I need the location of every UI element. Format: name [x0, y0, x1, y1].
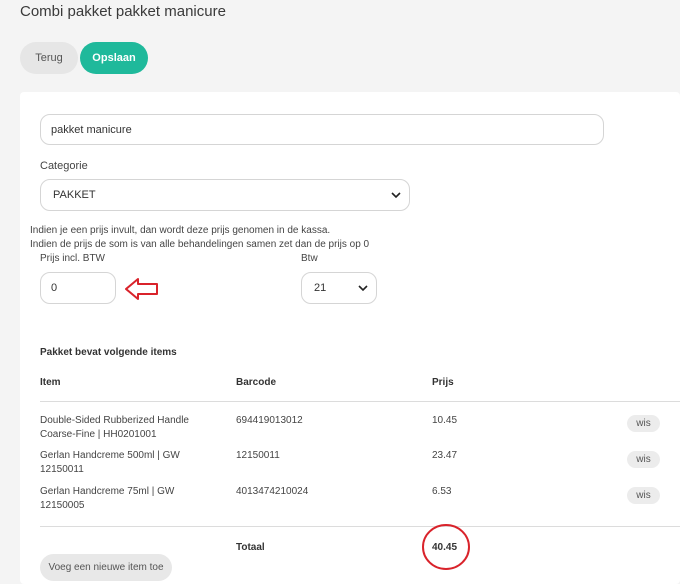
category-select[interactable]: PAKKET: [40, 179, 410, 211]
column-header-barcode: Barcode: [236, 377, 277, 388]
delete-item-button[interactable]: wis: [627, 451, 660, 468]
table-row-item-name: Double-Sided Rubberized Handle Coarse-Fi…: [40, 415, 189, 440]
add-item-button[interactable]: Voeg een nieuwe item toe: [40, 554, 172, 581]
column-header-price: Prijs: [432, 377, 454, 388]
save-button[interactable]: Opslaan: [80, 42, 148, 74]
btw-label: Btw: [301, 253, 318, 264]
chevron-down-icon: [391, 192, 401, 199]
table-row-price: 23.47: [432, 450, 458, 461]
table-row-item-name: Gerlan Handcreme 75ml | GW 12150005: [40, 486, 175, 511]
price-info-line-2: Indien de prijs de som is van alle behan…: [30, 239, 370, 250]
column-header-item: Item: [40, 377, 61, 388]
red-arrow-left-icon: [125, 278, 158, 300]
total-label: Totaal: [236, 542, 265, 553]
table-row-barcode: 4013474210024: [236, 486, 309, 497]
table-row-barcode: 694419013012: [236, 415, 303, 426]
package-section-title: Pakket bevat volgende items: [40, 347, 177, 358]
btw-select[interactable]: 21: [301, 272, 377, 304]
page-title: Combi pakket pakket manicure: [20, 3, 226, 20]
package-name-input[interactable]: [40, 114, 604, 145]
table-row-price: 10.45: [432, 415, 458, 426]
table-row-barcode: 12150011: [236, 450, 280, 461]
btw-value: 21: [314, 282, 327, 294]
category-value: PAKKET: [53, 189, 96, 201]
table-divider: [40, 401, 680, 402]
price-label: Prijs incl. BTW: [40, 253, 105, 264]
price-info-line-1: Indien je een prijs invult, dan wordt de…: [30, 225, 331, 236]
delete-item-button[interactable]: wis: [627, 487, 660, 504]
table-row-price: 6.53: [432, 486, 452, 497]
delete-item-button[interactable]: wis: [627, 415, 660, 432]
price-input[interactable]: [40, 272, 116, 304]
category-label: Categorie: [40, 160, 88, 172]
chevron-down-icon: [358, 285, 368, 292]
package-form-card: Categorie PAKKET Indien je een prijs inv…: [20, 92, 680, 584]
red-circle-highlight-icon: [422, 524, 470, 570]
table-divider: [40, 526, 680, 527]
table-row-item-name: Gerlan Handcreme 500ml | GW 12150011: [40, 450, 180, 475]
back-button[interactable]: Terug: [20, 42, 78, 74]
